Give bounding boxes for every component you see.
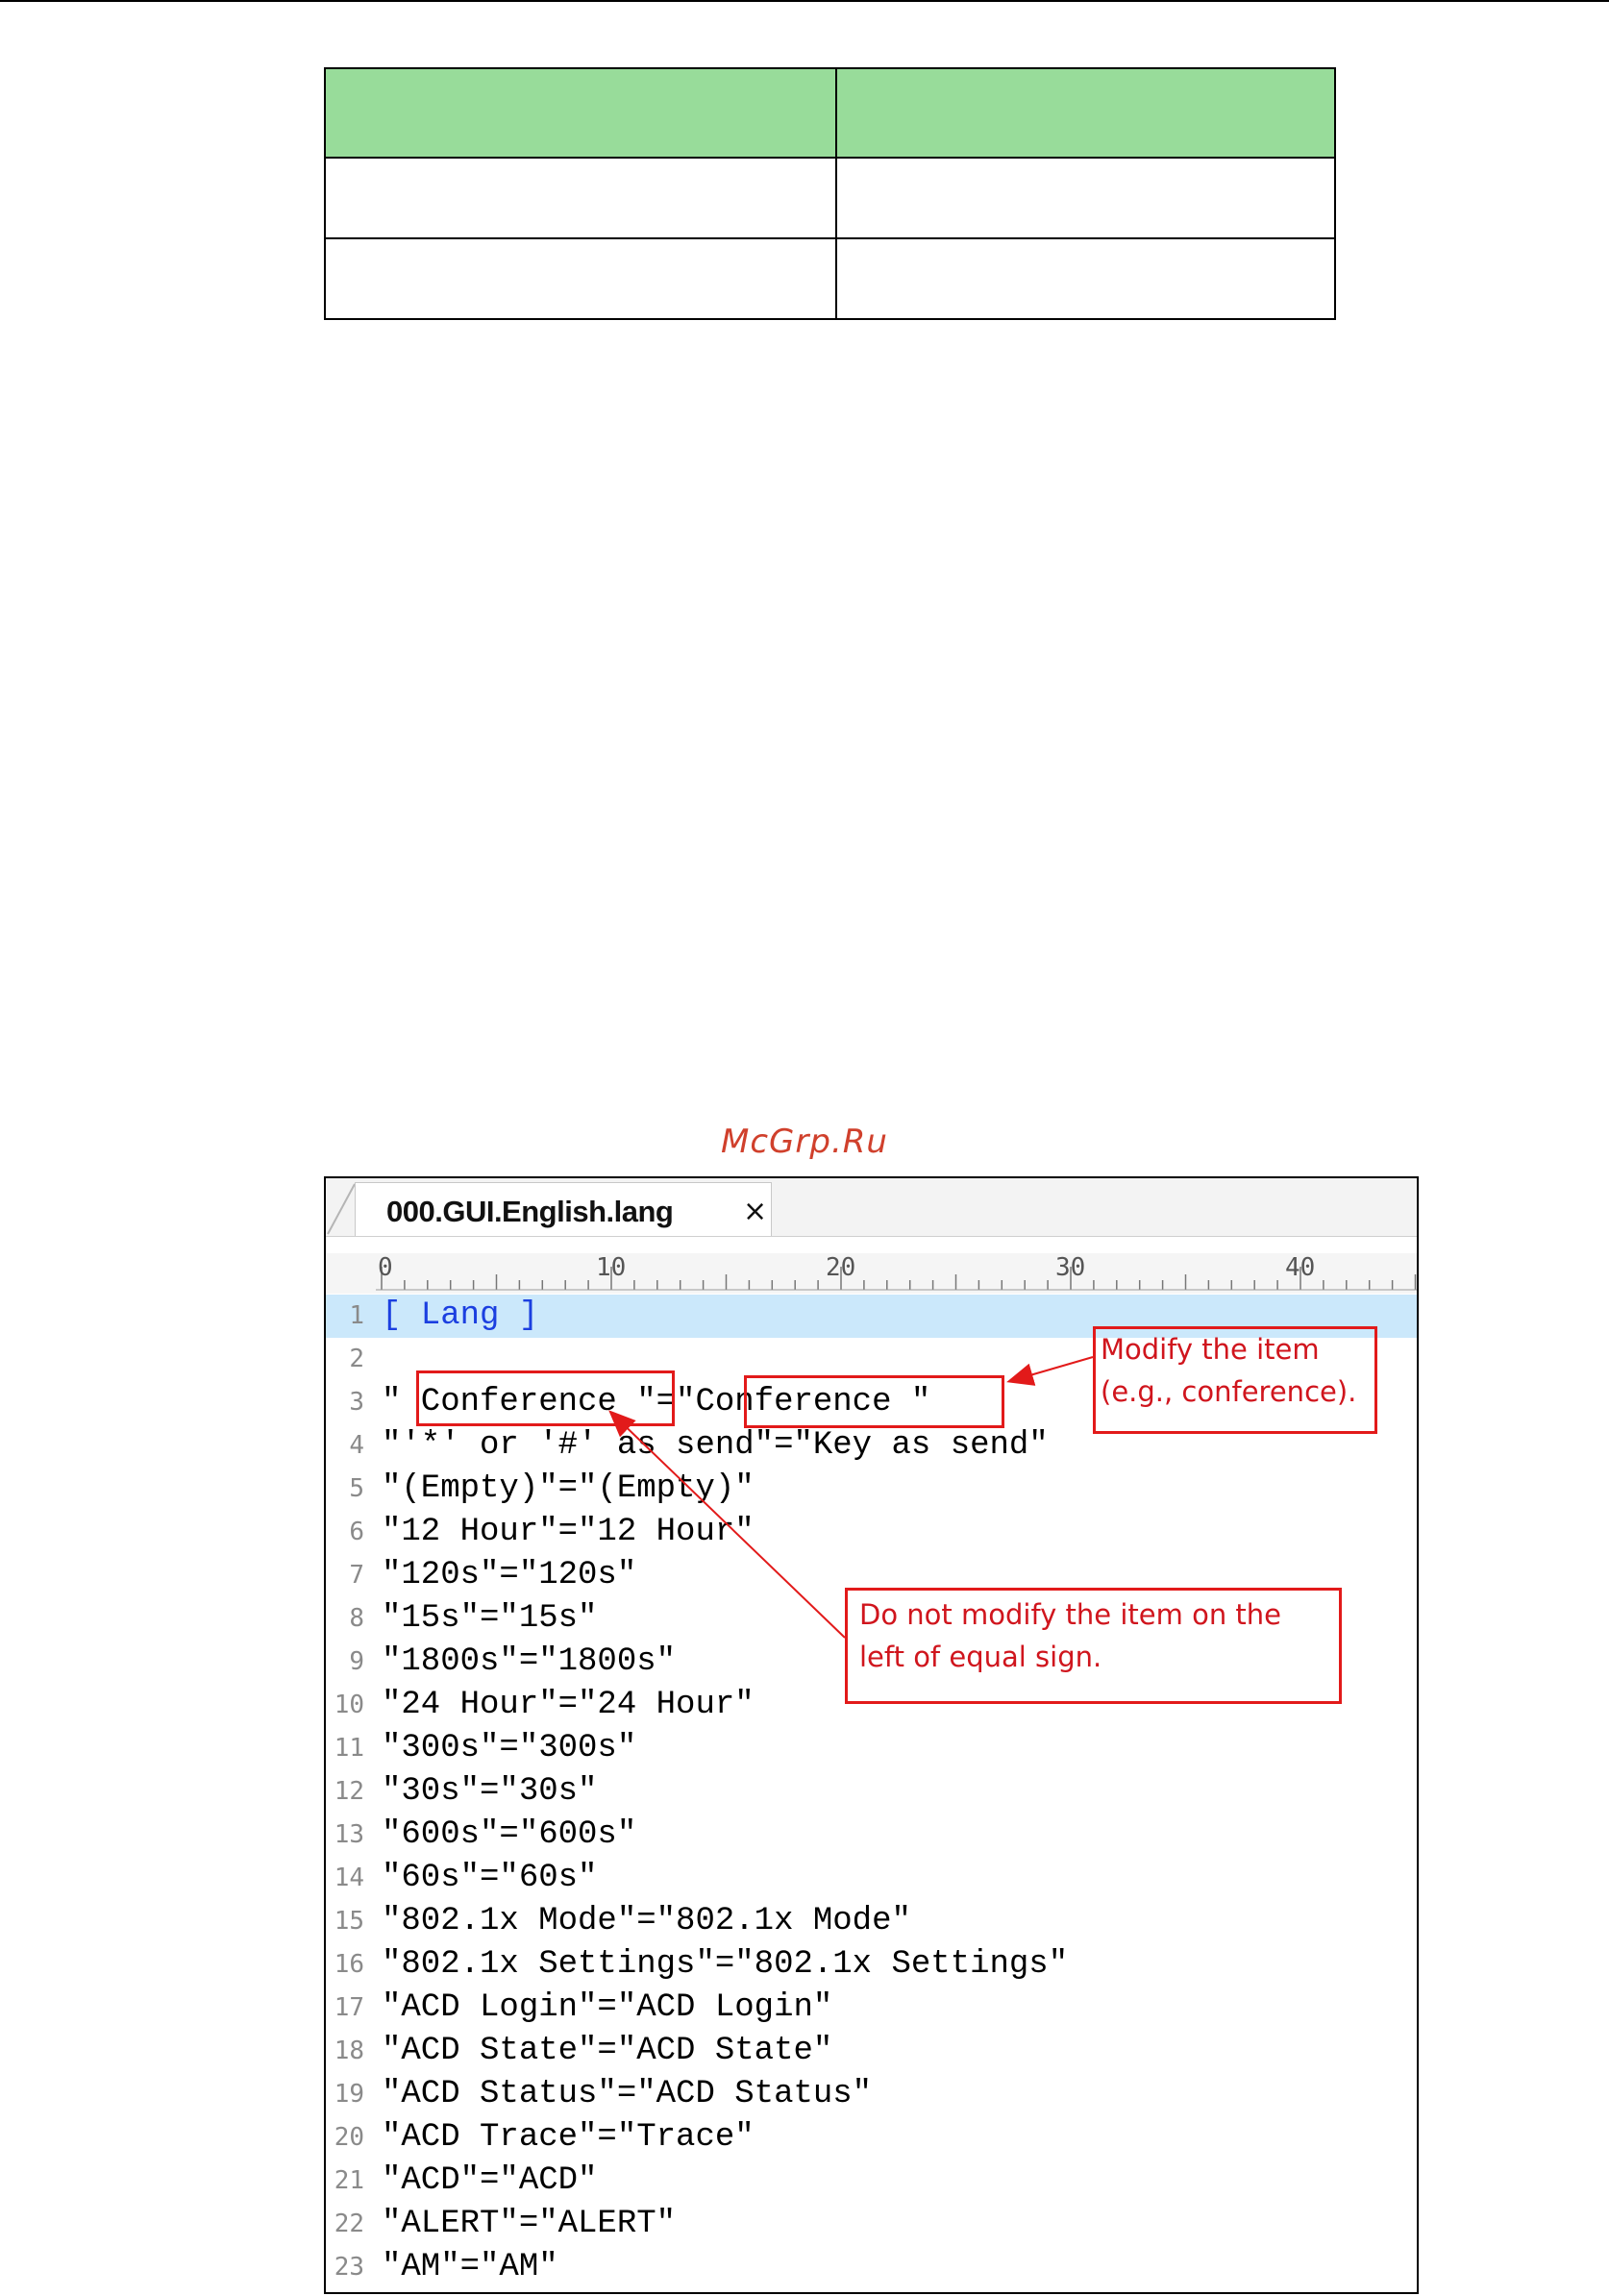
watermark: McGrp.Ru [721,1123,888,1161]
table-row [324,237,1336,320]
table-header-cell [835,67,1336,159]
blank-table [324,67,1336,320]
table-header-cell [324,67,837,159]
table-header-row [324,67,1336,159]
table-cell [324,157,837,239]
top-rule [0,0,1609,2]
editor-screenshot: 000.GUI.English.lang × 0 10 20 30 40 1[ … [324,1176,1419,2294]
table-cell [835,157,1336,239]
table-cell [835,237,1336,320]
arrow-to-value [1006,1356,1094,1386]
table-row [324,157,1336,239]
table-cell [324,237,837,320]
annotation-arrows [608,1356,1094,1639]
arrow-to-key [608,1410,846,1639]
